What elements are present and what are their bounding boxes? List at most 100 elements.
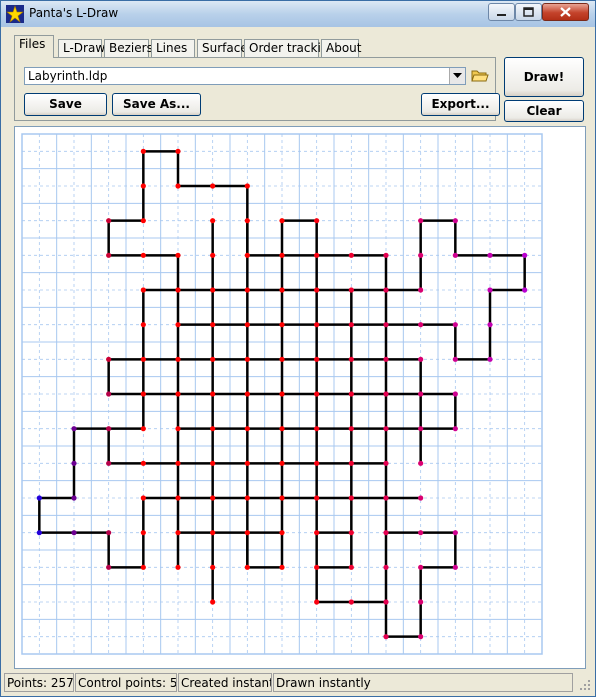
path-point xyxy=(452,530,458,536)
star-app-icon xyxy=(6,5,24,23)
path-point xyxy=(106,391,112,397)
path-point xyxy=(418,356,424,362)
tab-label: Files xyxy=(19,37,46,51)
path-point xyxy=(175,564,181,570)
tab-order-tracking[interactable]: Order tracking xyxy=(244,39,336,57)
path-point xyxy=(314,599,320,605)
path-point xyxy=(383,356,389,362)
app-window: Panta's L-Draw Files L-Draw Beziers Line… xyxy=(0,0,596,697)
path-point xyxy=(522,287,528,293)
file-select-value: Labyrinth.ldp xyxy=(28,69,108,83)
path-point xyxy=(140,148,146,154)
path-point xyxy=(383,287,389,293)
path-point xyxy=(71,495,77,501)
path-point xyxy=(140,356,146,362)
close-button[interactable] xyxy=(542,3,589,21)
path-point xyxy=(314,530,320,536)
path-point xyxy=(418,495,424,501)
path-point xyxy=(140,530,146,536)
save-as-button[interactable]: Save As... xyxy=(112,93,201,116)
path-point xyxy=(106,530,112,536)
status-bar: Points: 257 Control points: 514 Created … xyxy=(2,672,594,694)
path-point xyxy=(279,391,285,397)
status-points: Points: 257 xyxy=(4,673,74,692)
path-point xyxy=(314,564,320,570)
path-point xyxy=(244,564,250,570)
drawing-canvas[interactable] xyxy=(14,126,586,669)
path-point xyxy=(244,287,250,293)
draw-button[interactable]: Draw! xyxy=(504,57,584,97)
path-point xyxy=(106,252,112,258)
minimize-icon xyxy=(497,14,506,16)
path-point xyxy=(175,460,181,466)
tab-beziers[interactable]: Beziers xyxy=(104,39,153,57)
path-point xyxy=(106,356,112,362)
path-point xyxy=(140,183,146,189)
path-point xyxy=(175,356,181,362)
path-point xyxy=(314,391,320,397)
path-point xyxy=(279,287,285,293)
path-point xyxy=(279,218,285,224)
path-point xyxy=(383,634,389,640)
file-select[interactable]: Labyrinth.ldp xyxy=(24,67,466,85)
path-point xyxy=(279,564,285,570)
path-point xyxy=(210,599,216,605)
path-point xyxy=(418,218,424,224)
path-point xyxy=(140,564,146,570)
maximize-button[interactable] xyxy=(515,3,542,21)
path-point xyxy=(36,495,42,501)
path-point xyxy=(244,495,250,501)
minimize-button[interactable] xyxy=(488,3,515,21)
clear-button[interactable]: Clear xyxy=(504,100,584,122)
path-point xyxy=(106,426,112,432)
tab-label: Surface xyxy=(202,41,248,55)
path-point xyxy=(71,460,77,466)
path-point xyxy=(279,356,285,362)
path-point xyxy=(210,460,216,466)
path-point xyxy=(244,252,250,258)
save-button[interactable]: Save xyxy=(24,93,107,116)
path-point xyxy=(140,426,146,432)
title-bar[interactable]: Panta's L-Draw xyxy=(1,1,595,27)
path-point xyxy=(175,148,181,154)
path-point xyxy=(314,495,320,501)
path-point xyxy=(210,252,216,258)
path-point xyxy=(175,391,181,397)
open-folder-icon[interactable] xyxy=(470,66,490,86)
path-point xyxy=(348,599,354,605)
path-point xyxy=(279,460,285,466)
path-point xyxy=(348,252,354,258)
path-point xyxy=(418,287,424,293)
tab-lines[interactable]: Lines xyxy=(151,39,195,57)
path-point xyxy=(452,252,458,258)
path-point xyxy=(71,426,77,432)
path-point xyxy=(487,252,493,258)
tab-surface[interactable]: Surface xyxy=(197,39,248,57)
maximize-icon xyxy=(523,7,534,17)
path-point xyxy=(383,564,389,570)
path-point xyxy=(244,356,250,362)
tab-l-draw[interactable]: L-Draw xyxy=(58,39,105,57)
path-point xyxy=(418,391,424,397)
path-point xyxy=(383,530,389,536)
path-point xyxy=(210,530,216,536)
path-point xyxy=(348,391,354,397)
path-point xyxy=(210,218,216,224)
path-point xyxy=(210,356,216,362)
path-point xyxy=(36,530,42,536)
path-point xyxy=(418,426,424,432)
tab-label: About xyxy=(326,41,362,55)
resize-grip-icon[interactable] xyxy=(578,678,591,691)
path-point xyxy=(244,391,250,397)
path-point xyxy=(452,426,458,432)
path-point xyxy=(383,426,389,432)
tab-files[interactable]: Files xyxy=(14,35,54,58)
path-point xyxy=(106,460,112,466)
dropdown-arrow-button[interactable] xyxy=(449,68,465,84)
path-point xyxy=(418,634,424,640)
export-button[interactable]: Export... xyxy=(421,93,500,116)
path-point xyxy=(383,391,389,397)
path-point xyxy=(210,391,216,397)
tab-about[interactable]: About xyxy=(321,39,362,57)
path-point xyxy=(418,460,424,466)
